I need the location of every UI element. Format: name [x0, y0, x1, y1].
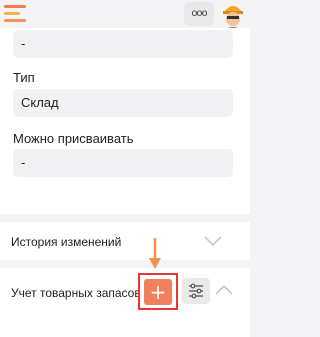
assign-label: Можно присваивать — [13, 131, 134, 146]
type-field[interactable]: Склад — [13, 89, 233, 117]
history-title: История изменений — [11, 235, 122, 249]
first-field[interactable]: - — [13, 30, 233, 58]
sliders-icon — [189, 283, 203, 299]
history-section[interactable]: История изменений — [0, 222, 250, 260]
type-label: Тип — [13, 70, 35, 85]
pointer-arrow-icon — [149, 238, 161, 269]
details-panel: - Тип Склад Можно присваивать - — [0, 28, 250, 214]
inventory-title: Учет товарных запасов — [11, 286, 141, 300]
chevron-up-icon[interactable] — [214, 284, 234, 296]
inventory-section: Учет товарных запасов — [0, 268, 250, 337]
menu-icon[interactable] — [4, 2, 26, 26]
filter-settings-button[interactable] — [182, 278, 210, 304]
chevron-down-icon[interactable] — [203, 235, 223, 247]
more-options-button[interactable]: ooo — [184, 2, 214, 26]
assign-field[interactable]: - — [13, 149, 233, 177]
add-button-highlight: + — [138, 273, 178, 310]
add-button[interactable]: + — [144, 279, 172, 305]
